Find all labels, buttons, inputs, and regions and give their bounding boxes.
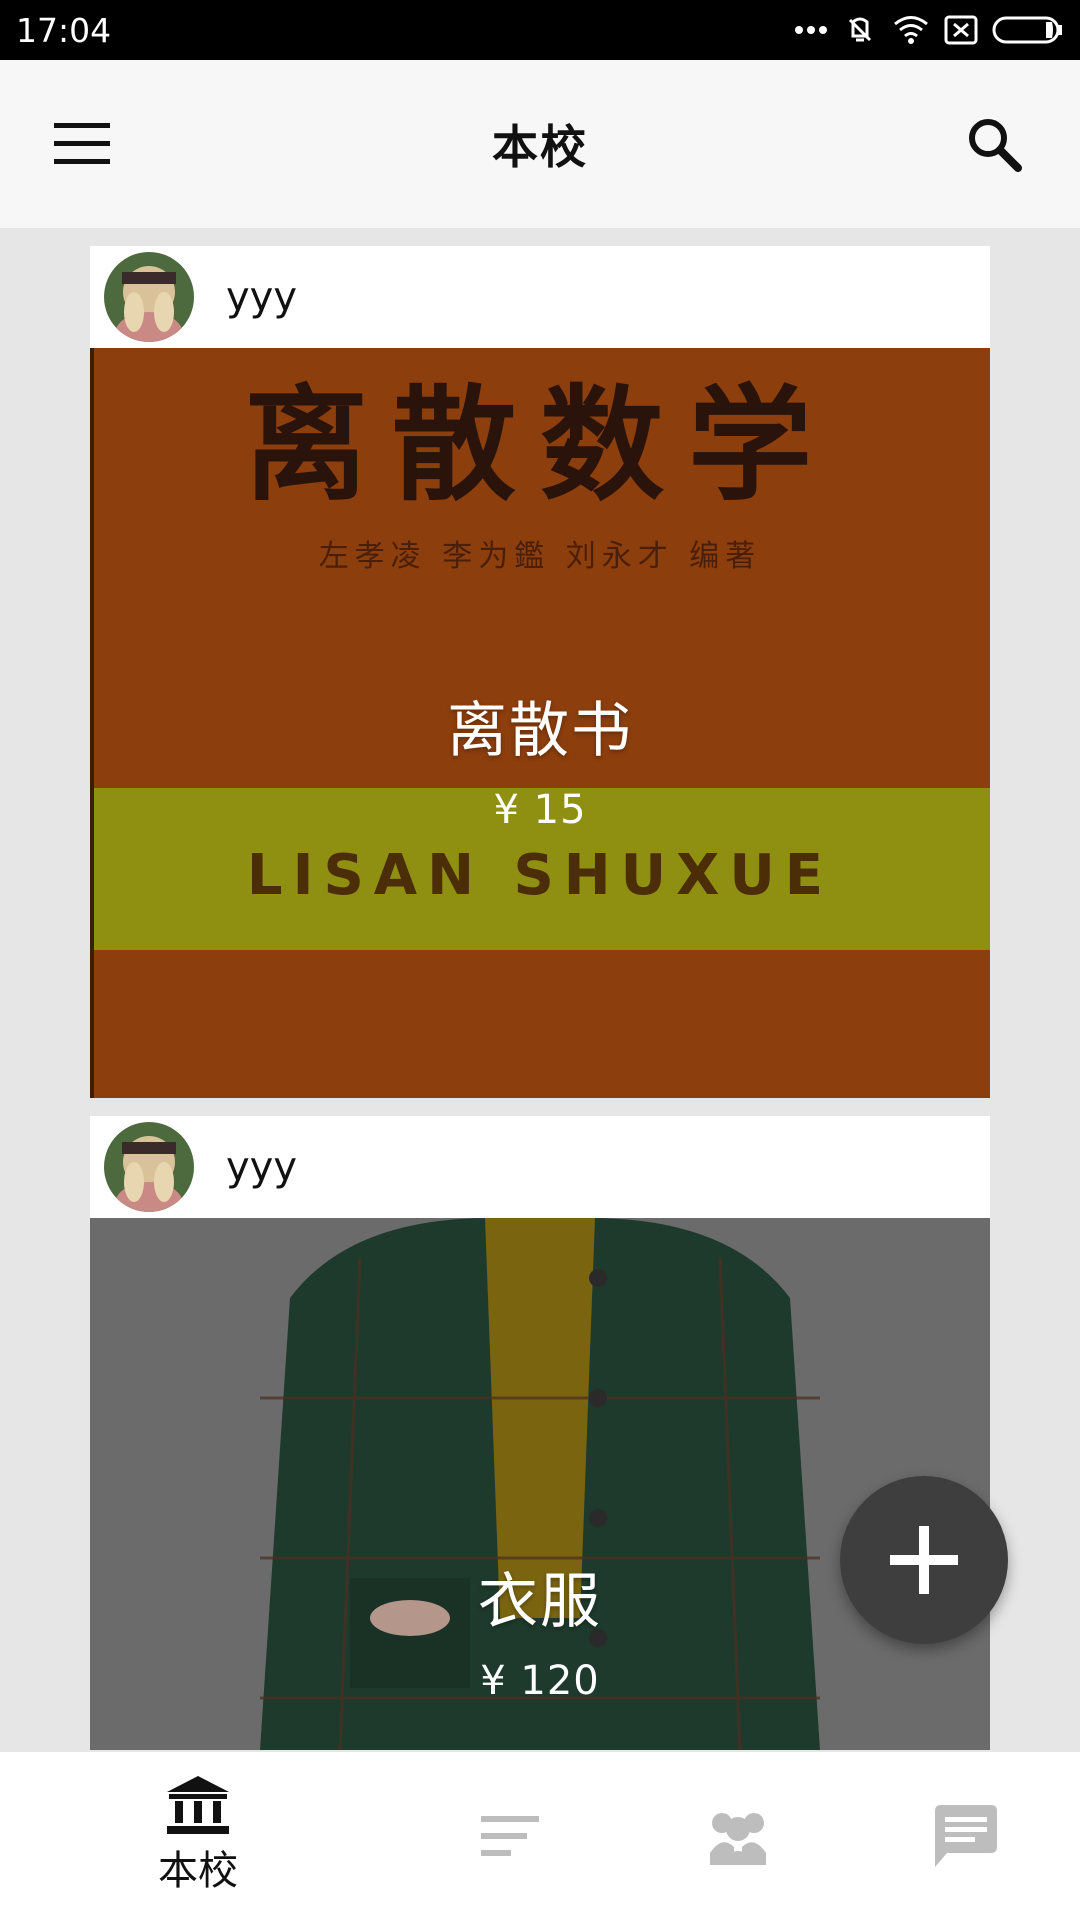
add-listing-button[interactable] [840, 1476, 1008, 1644]
battery-icon [992, 15, 1064, 45]
page-title: 本校 [492, 120, 588, 174]
search-button[interactable] [964, 114, 1024, 174]
list-icon [481, 1816, 539, 1856]
status-bar: 17:04 [0, 0, 1080, 60]
app-bar: 本校 [0, 60, 1080, 228]
nav-label: 本校 [158, 1848, 238, 1894]
listing-card[interactable]: yyy 离散数学 左孝凌 李为鑑 刘永才 编著 LISAN SHUXUE 离散书… [90, 246, 990, 1098]
item-price: ¥ 15 [493, 787, 587, 833]
status-icons [794, 12, 1064, 48]
menu-button[interactable] [52, 117, 112, 171]
card-header: yyy [90, 246, 990, 348]
avatar[interactable] [104, 1122, 194, 1212]
listing-overlay: 离散书 ¥ 15 [90, 348, 990, 1098]
listing-image[interactable]: 衣服 ¥ 120 [90, 1218, 990, 1750]
item-price: ¥ 120 [480, 1658, 600, 1704]
people-icon [710, 1813, 766, 1865]
more-dots-icon [794, 25, 828, 35]
nav-item-school[interactable]: 本校 [108, 1752, 288, 1920]
vibrate-off-icon [842, 12, 878, 48]
user-name: yyy [226, 274, 298, 320]
user-name: yyy [226, 1144, 298, 1190]
menu-icon [54, 123, 110, 164]
search-icon [969, 119, 1022, 172]
card-header: yyy [90, 1116, 990, 1218]
nav-item-people[interactable] [648, 1752, 828, 1920]
bottom-navigation: 本校 [0, 1752, 1080, 1920]
wifi-icon [892, 14, 930, 46]
nav-item-messages[interactable] [876, 1752, 1056, 1920]
listing-overlay: 衣服 ¥ 120 [90, 1218, 990, 1750]
item-title: 离散书 [447, 696, 633, 766]
listing-card[interactable]: yyy 衣服 ¥ 120 [90, 1116, 990, 1750]
item-title: 衣服 [478, 1567, 602, 1637]
status-time: 17:04 [16, 10, 112, 50]
plus-icon [890, 1526, 958, 1594]
school-icon [167, 1776, 229, 1834]
listing-image[interactable]: 离散数学 左孝凌 李为鑑 刘永才 编著 LISAN SHUXUE 离散书 ¥ 1… [90, 348, 990, 1098]
message-icon [935, 1805, 997, 1867]
avatar[interactable] [104, 252, 194, 342]
no-sim-icon [944, 15, 978, 45]
nav-item-list[interactable] [420, 1752, 600, 1920]
